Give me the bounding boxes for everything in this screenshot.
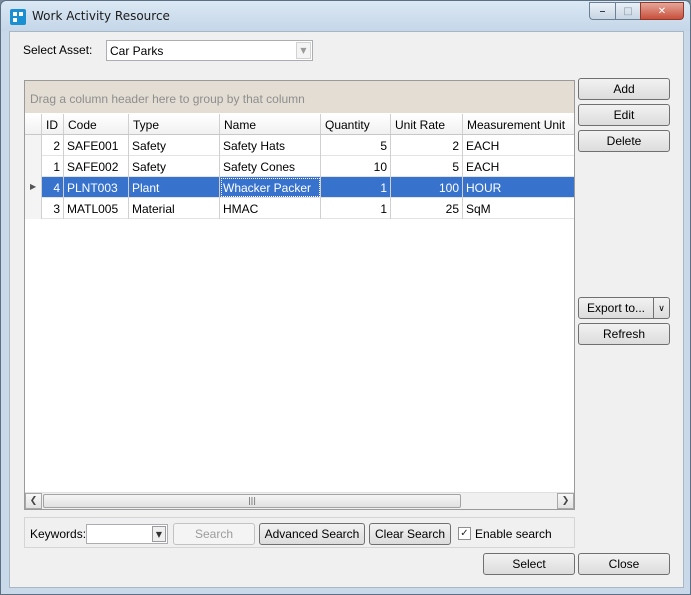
cell-code: PLNT003	[64, 177, 129, 198]
minimize-icon: ⎯	[600, 5, 605, 17]
cell-id: 1	[42, 156, 64, 177]
cell-unit-rate: 2	[391, 135, 463, 156]
row-indicator[interactable]: ▶	[25, 177, 42, 198]
close-button[interactable]: Close	[578, 553, 670, 575]
refresh-button[interactable]: Refresh	[578, 323, 670, 345]
cell-unit-rate: 5	[391, 156, 463, 177]
cell-type: Safety	[129, 135, 220, 156]
select-asset-label: Select Asset:	[23, 43, 93, 57]
maximize-button[interactable]: □	[615, 2, 640, 20]
dialog-window: Work Activity Resource ⎯ □ ✕ Select Asse…	[0, 0, 691, 595]
cell-quantity: 10	[321, 156, 391, 177]
asset-dropdown[interactable]: Car Parks ▼	[106, 40, 313, 61]
cell-name: HMAC	[220, 198, 321, 219]
cell-id: 3	[42, 198, 64, 219]
title-bar[interactable]: Work Activity Resource ⎯ □ ✕	[1, 1, 690, 31]
window-title: Work Activity Resource	[32, 9, 170, 23]
enable-search-checkbox[interactable]: ✓	[458, 527, 471, 540]
search-bar: Keywords: ▼ Search Advanced Search Clear…	[24, 517, 575, 548]
column-header-id[interactable]: ID	[42, 114, 64, 134]
cell-type: Safety	[129, 156, 220, 177]
select-button[interactable]: Select	[483, 553, 575, 575]
cell-type: Material	[129, 198, 220, 219]
cell-name: Whacker Packer	[220, 177, 321, 198]
cell-name: Safety Cones	[220, 156, 321, 177]
column-header-unit-rate[interactable]: Unit Rate	[391, 114, 463, 134]
cell-type: Plant	[129, 177, 220, 198]
asset-value: Car Parks	[110, 44, 164, 58]
cell-code: MATL005	[64, 198, 129, 219]
grid-header: ID Code Type Name Quantity Unit Rate Mea…	[25, 114, 574, 135]
keywords-input[interactable]: ▼	[86, 524, 168, 544]
cell-code: SAFE001	[64, 135, 129, 156]
column-header-code[interactable]: Code	[64, 114, 129, 134]
close-icon: ✕	[657, 5, 667, 17]
add-button[interactable]: Add	[578, 78, 670, 100]
column-header-type[interactable]: Type	[129, 114, 220, 134]
keywords-label: Keywords:	[30, 527, 87, 541]
row-selector-header	[25, 114, 42, 134]
enable-search-label[interactable]: Enable search	[475, 527, 552, 541]
cell-measurement-unit: EACH	[466, 139, 500, 153]
cell-name: Safety Hats	[220, 135, 321, 156]
cell-measurement-unit: SqM	[466, 202, 491, 216]
scroll-right-button[interactable]: ❯	[557, 493, 574, 509]
chevron-down-icon[interactable]: ▼	[152, 526, 166, 542]
row-indicator[interactable]	[25, 198, 42, 219]
cell-quantity: 1	[321, 198, 391, 219]
window-controls: ⎯ □ ✕	[589, 2, 684, 21]
close-window-button[interactable]: ✕	[640, 2, 684, 20]
app-icon	[10, 9, 26, 25]
scroll-left-button[interactable]: ❮	[25, 493, 42, 509]
row-indicator[interactable]	[25, 156, 42, 177]
search-button[interactable]: Search	[173, 523, 255, 545]
horizontal-scrollbar[interactable]: ❮ ||| ❯	[25, 492, 574, 509]
clear-search-button[interactable]: Clear Search	[369, 523, 451, 545]
cell-measurement-unit: HOUR	[466, 181, 502, 195]
minimize-button[interactable]: ⎯	[589, 2, 615, 20]
table-row[interactable]: 1 SAFE002 Safety Safety Cones 10 5 EACH	[25, 156, 574, 177]
column-header-measurement-unit[interactable]: Measurement Unit	[463, 114, 574, 134]
cell-id: 2	[42, 135, 64, 156]
cell-measurement-unit: EACH	[466, 160, 500, 174]
column-header-quantity[interactable]: Quantity	[321, 114, 391, 134]
cell-code: SAFE002	[64, 156, 129, 177]
advanced-search-button[interactable]: Advanced Search	[259, 523, 365, 545]
cell-quantity: 5	[321, 135, 391, 156]
export-dropdown-button[interactable]: ∨	[653, 297, 670, 319]
edit-button[interactable]: Edit	[578, 104, 670, 126]
row-indicator[interactable]	[25, 135, 42, 156]
maximize-icon: □	[623, 5, 633, 17]
chevron-down-icon: ∨	[658, 302, 665, 313]
cell-unit-rate: 100	[391, 177, 463, 198]
export-button[interactable]: Export to...	[578, 297, 654, 319]
scroll-thumb[interactable]: |||	[43, 494, 461, 508]
dialog-body: Select Asset: Car Parks ▼ Drag a column …	[9, 31, 684, 588]
table-row[interactable]: 2 SAFE001 Safety Safety Hats 5 2 EACH	[25, 135, 574, 156]
row-pointer-icon: ▶	[30, 182, 37, 191]
resource-grid: Drag a column header here to group by th…	[24, 80, 575, 510]
cell-id: 4	[42, 177, 64, 198]
table-row[interactable]: 3 MATL005 Material HMAC 1 25 SqM	[25, 198, 574, 219]
delete-button[interactable]: Delete	[578, 130, 670, 152]
cell-quantity: 1	[321, 177, 391, 198]
chevron-left-icon: ❮	[29, 496, 38, 506]
group-by-panel[interactable]: Drag a column header here to group by th…	[25, 81, 574, 113]
table-row-selected[interactable]: ▶ 4 PLNT003 Plant Whacker Packer 1 100 H…	[25, 177, 574, 198]
cell-unit-rate: 25	[391, 198, 463, 219]
chevron-down-icon[interactable]: ▼	[296, 42, 311, 59]
checkmark-icon: ✓	[460, 528, 469, 539]
column-header-name[interactable]: Name	[220, 114, 321, 134]
chevron-right-icon: ❯	[561, 496, 570, 506]
